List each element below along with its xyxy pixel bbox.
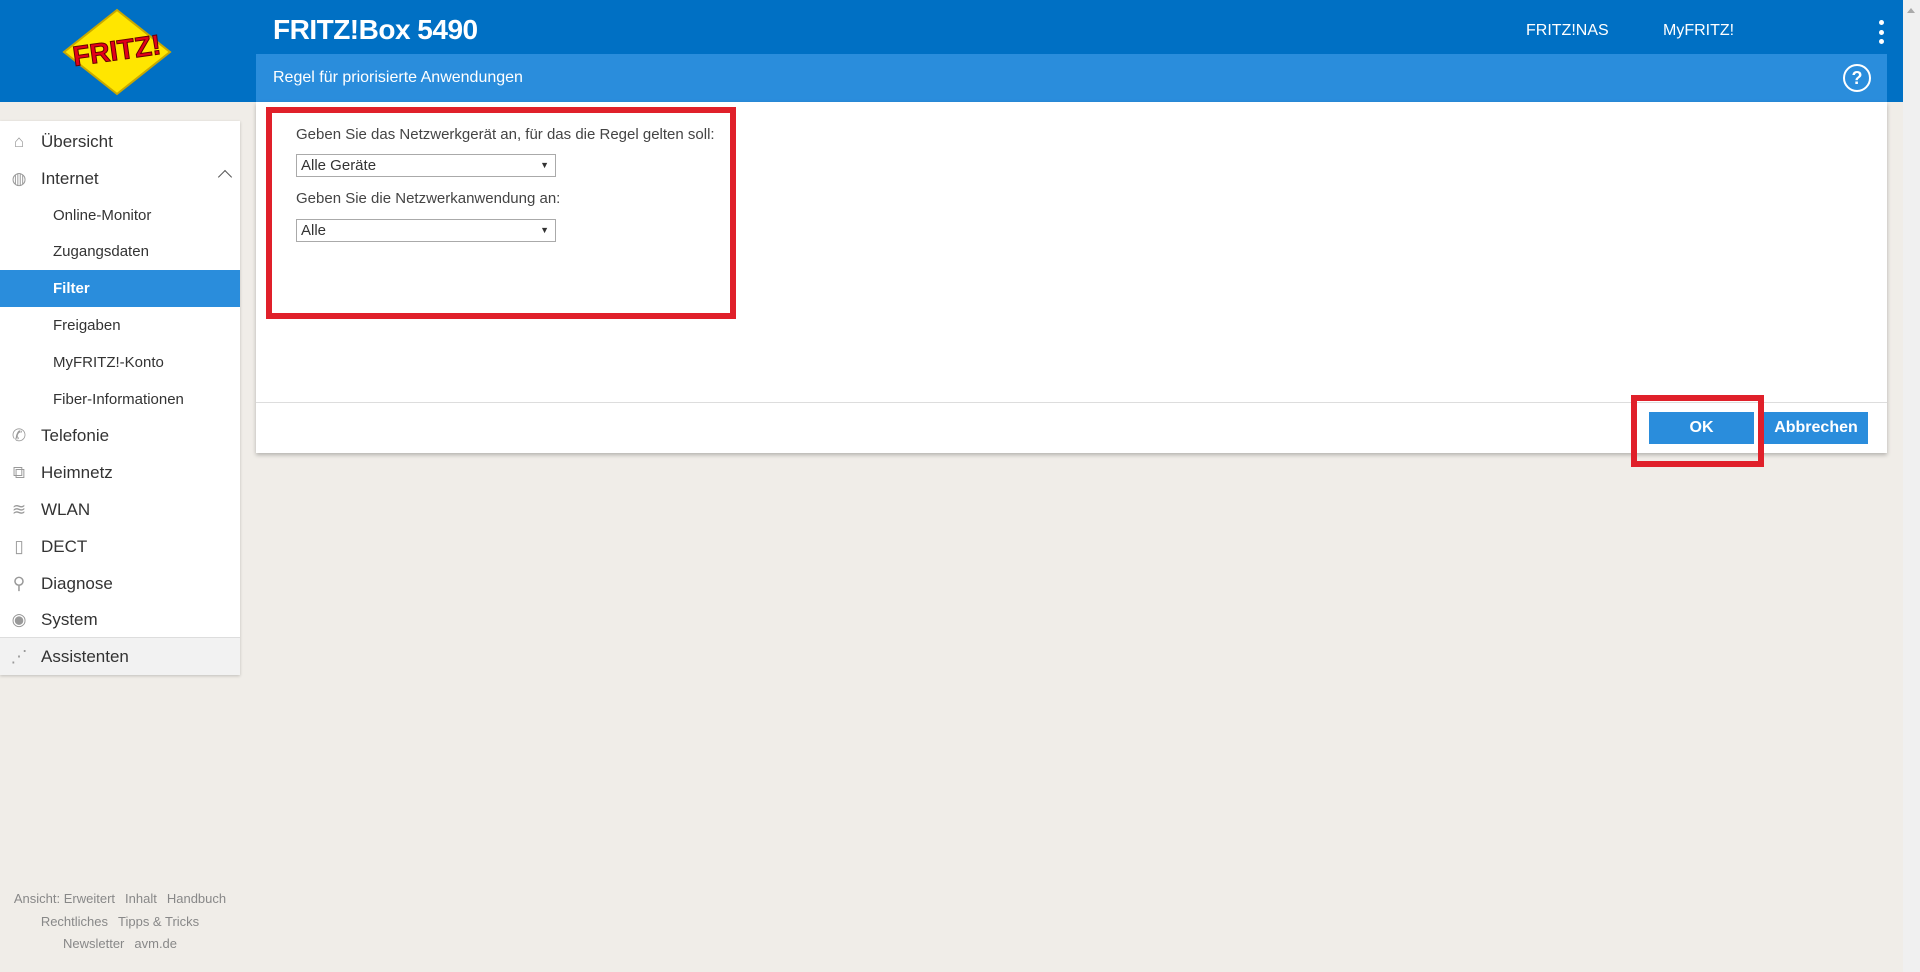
sidebar-item-label: DECT [41, 536, 88, 556]
network-icon: ⧉ [12, 462, 26, 482]
highlight-box-form [266, 107, 736, 319]
sidebar-item-label: Übersicht [41, 131, 113, 151]
footer-link[interactable]: Ansicht: Erweitert [14, 891, 115, 906]
sidebar-item-assistenten[interactable]: ⋰ Assistenten [0, 637, 240, 675]
myfritz-link[interactable]: MyFRITZ! [1663, 22, 1734, 40]
wifi-icon: ≋ [11, 499, 27, 519]
diagnose-icon: ⚲ [12, 573, 26, 593]
sidebar-item-dect[interactable]: ▯ DECT [0, 528, 240, 565]
sidebar-item-label: Diagnose [41, 573, 113, 593]
sidebar-item-label: WLAN [41, 499, 91, 519]
sidebar-item-online-monitor[interactable]: Online-Monitor [0, 197, 240, 234]
footer-link[interactable]: avm.de [134, 936, 177, 951]
scroll-up-arrow-icon[interactable] [1907, 8, 1915, 13]
sidebar-item-system[interactable]: ◉ System [0, 601, 240, 638]
scrollbar[interactable] [1903, 0, 1920, 972]
sidebar-item-label: System [41, 609, 98, 629]
phone-icon: ✆ [11, 425, 27, 445]
sidebar-item-fiber-informationen[interactable]: Fiber-Informationen [0, 381, 240, 418]
sidebar-item-myfritz-konto[interactable]: MyFRITZ!-Konto [0, 344, 240, 381]
page-title: Regel für priorisierte Anwendungen [273, 69, 523, 86]
sidebar-item-freigaben[interactable]: Freigaben [0, 307, 240, 344]
page-header: Regel für priorisierte Anwendungen ? [256, 54, 1887, 102]
cancel-button[interactable]: Abbrechen [1764, 412, 1868, 444]
sidebar-item-uebersicht[interactable]: ⌂ Übersicht [0, 123, 240, 160]
sidebar-item-heimnetz[interactable]: ⧉ Heimnetz [0, 454, 240, 491]
footer-link[interactable]: Newsletter [63, 936, 124, 951]
footer-link[interactable]: Handbuch [167, 891, 226, 906]
sidebar-item-diagnose[interactable]: ⚲ Diagnose [0, 565, 240, 602]
footer-link[interactable]: Inhalt [125, 891, 157, 906]
help-icon[interactable]: ? [1843, 64, 1871, 92]
globe-icon: ◍ [11, 168, 27, 188]
sidebar-item-label: Heimnetz [41, 462, 113, 482]
sidebar-item-filter[interactable]: Filter [0, 270, 240, 307]
more-menu-icon[interactable] [1876, 20, 1886, 44]
fritznas-link[interactable]: FRITZ!NAS [1526, 22, 1609, 40]
sidebar-item-wlan[interactable]: ≋ WLAN [0, 491, 240, 528]
sidebar-item-label: Assistenten [41, 646, 129, 666]
sidebar-nav: ⌂ Übersicht ◍ Internet Online-Monitor Zuga… [0, 121, 240, 675]
sidebar-item-telefonie[interactable]: ✆ Telefonie [0, 417, 240, 454]
device-title: FRITZ!Box 5490 [273, 14, 478, 45]
sidebar-item-internet[interactable]: ◍ Internet [0, 160, 240, 197]
home-icon: ⌂ [13, 131, 25, 151]
sidebar-item-label: Telefonie [41, 425, 110, 445]
footer-links: Ansicht: Erweitert Inhalt Handbuch Rechtli… [0, 888, 240, 956]
highlight-box-ok [1631, 395, 1764, 467]
chevron-up-icon[interactable] [217, 169, 233, 185]
fritz-logo[interactable]: FRITZ! [58, 8, 176, 96]
dect-phone-icon: ▯ [14, 536, 24, 556]
footer-link[interactable]: Rechtliches [41, 914, 108, 929]
footer-link[interactable]: Tipps & Tricks [118, 914, 199, 929]
wizard-icon: ⋰ [10, 646, 28, 666]
system-icon: ◉ [11, 609, 27, 629]
sidebar-item-zugangsdaten[interactable]: Zugangsdaten [0, 233, 240, 270]
sidebar-item-label: Internet [41, 168, 99, 188]
